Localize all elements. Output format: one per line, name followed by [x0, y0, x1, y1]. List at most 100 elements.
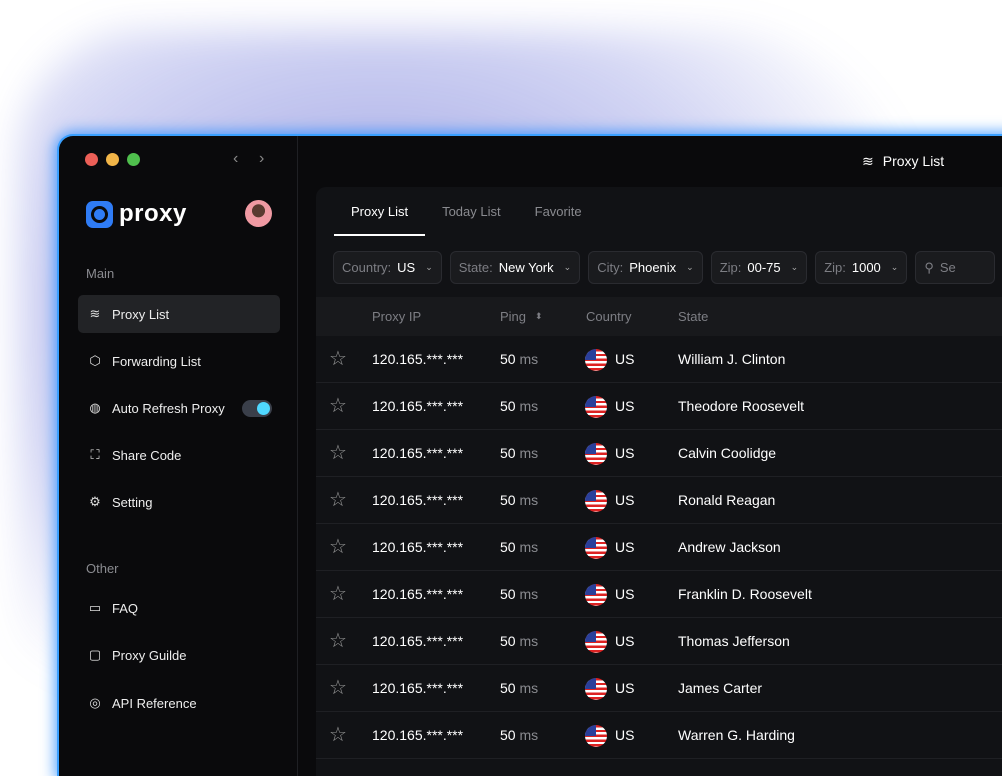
- country: US: [615, 492, 635, 508]
- ping: 50 ms: [500, 618, 538, 665]
- header-country: Country: [586, 309, 632, 324]
- ping-unit: ms: [519, 492, 539, 508]
- label: Share Code: [112, 447, 182, 463]
- star-icon[interactable]: ☆: [329, 712, 347, 759]
- proxy-ip: 120.165.***.***: [372, 727, 464, 743]
- table-row[interactable]: ☆ 120.165.***.*** 50 ms US Franklin D. R…: [316, 571, 1002, 618]
- ping: 50 ms: [500, 336, 538, 383]
- ping-value: 50: [500, 445, 516, 461]
- proxy-ip: 120.165.***.***: [372, 633, 464, 649]
- tab-proxy-list[interactable]: Proxy List: [334, 187, 426, 236]
- sidebar-item-faq[interactable]: ▭ FAQ: [78, 589, 280, 627]
- header-ping[interactable]: Ping: [500, 297, 526, 336]
- ping-unit: ms: [519, 445, 539, 461]
- filter-label: City:: [597, 260, 624, 275]
- scan-icon: ⛶: [90, 447, 100, 462]
- minimize-button[interactable]: [106, 153, 119, 166]
- ping-unit: ms: [519, 351, 539, 367]
- maximize-button[interactable]: [127, 153, 140, 166]
- filter-label: Zip:: [824, 260, 846, 275]
- sidebar-item-share-code[interactable]: ⛶ Share Code: [78, 436, 280, 474]
- star-icon[interactable]: ☆: [329, 618, 347, 665]
- sidebar-item-api-reference[interactable]: ◎ API Reference: [78, 684, 280, 722]
- sidebar-item-auto-refresh[interactable]: ◍ Auto Refresh Proxy: [78, 389, 280, 427]
- zip-range-filter[interactable]: Zip: 00-75 ⌄: [710, 251, 808, 284]
- chevron-down-icon: ⌄: [425, 262, 433, 272]
- sidebar-item-forwarding-list[interactable]: ⬡ Forwarding List: [78, 342, 280, 380]
- table-row[interactable]: ☆ 120.165.***.*** 50 ms US William J. Cl…: [316, 336, 1002, 383]
- ping-value: 50: [500, 351, 516, 367]
- table-row[interactable]: ☆ 120.165.***.*** 50 ms US Warren G. Har…: [316, 712, 1002, 759]
- table-row[interactable]: ☆ 120.165.***.*** 50 ms US Theodore Roos…: [316, 383, 1002, 430]
- us-flag-icon: [585, 537, 607, 559]
- filter-value: US: [397, 260, 416, 275]
- chat-icon: ▭: [88, 600, 102, 615]
- star-icon[interactable]: ☆: [329, 665, 347, 712]
- ping-unit: ms: [519, 586, 539, 602]
- label: Setting: [112, 494, 153, 510]
- star-icon[interactable]: ☆: [329, 383, 347, 430]
- sidebar-item-setting[interactable]: ⚙ Setting: [78, 483, 280, 521]
- table-row[interactable]: ☆ 120.165.***.*** 50 ms US Thomas Jeffer…: [316, 618, 1002, 665]
- star-icon[interactable]: ☆: [329, 477, 347, 524]
- sort-icon[interactable]: ⬍: [535, 297, 543, 336]
- ping-unit: ms: [519, 539, 539, 555]
- forward-icon[interactable]: ›: [259, 150, 264, 168]
- globe-icon: ◍: [89, 400, 101, 415]
- proxy-ip: 120.165.***.***: [372, 539, 464, 555]
- ping-value: 50: [500, 727, 516, 743]
- table-row[interactable]: ☆ 120.165.***.*** 50 ms US Calvin Coolid…: [316, 430, 1002, 477]
- state: Andrew Jackson: [678, 539, 781, 555]
- tab-favorite[interactable]: Favorite: [518, 187, 599, 236]
- back-icon[interactable]: ‹: [233, 150, 238, 168]
- app-window: ‹ › proxy Main ≋ Proxy List ⬡ Forwarding L…: [59, 136, 1002, 776]
- label: FAQ: [112, 600, 139, 616]
- ping-unit: ms: [519, 727, 539, 743]
- filters: Country: US ⌄ State: New York ⌄ City: Phoenix…: [333, 251, 996, 284]
- logo-text: proxy: [119, 200, 187, 227]
- top-bar: ≋ Proxy List: [299, 136, 1002, 186]
- avatar[interactable]: [245, 200, 272, 227]
- page-title-text: Proxy List: [882, 153, 945, 169]
- star-icon[interactable]: ☆: [329, 571, 347, 618]
- us-flag-icon: [585, 396, 607, 418]
- ping: 50 ms: [500, 524, 538, 571]
- ping-value: 50: [500, 586, 516, 602]
- header-proxy-ip: Proxy IP: [372, 309, 422, 324]
- layers-icon: ≋: [89, 306, 101, 321]
- table-row[interactable]: ☆ 120.165.***.*** 50 ms US Ronald Reagan: [316, 477, 1002, 524]
- ping-unit: ms: [519, 680, 539, 696]
- country: US: [615, 539, 635, 555]
- us-flag-icon: [585, 490, 607, 512]
- star-icon[interactable]: ☆: [329, 524, 347, 571]
- star-icon[interactable]: ☆: [329, 336, 347, 383]
- label: Proxy Guilde: [112, 647, 187, 663]
- country: US: [615, 586, 635, 602]
- city-filter[interactable]: City: Phoenix ⌄: [588, 251, 703, 284]
- search-input[interactable]: ⚲ Se: [915, 251, 996, 284]
- label: Forwarding List: [112, 353, 201, 369]
- auto-refresh-toggle[interactable]: [242, 399, 272, 417]
- proxy-ip: 120.165.***.***: [372, 680, 464, 696]
- zip-filter[interactable]: Zip: 1000 ⌄: [815, 251, 908, 284]
- state-filter[interactable]: State: New York ⌄: [449, 251, 581, 284]
- ping: 50 ms: [500, 477, 538, 524]
- proxy-ip: 120.165.***.***: [372, 351, 464, 367]
- star-icon[interactable]: ☆: [329, 430, 347, 477]
- table-row[interactable]: ☆ 120.165.***.*** 50 ms US James Carter: [316, 665, 1002, 712]
- country: US: [615, 680, 635, 696]
- cube-icon: ⬡: [89, 353, 101, 368]
- close-button[interactable]: [85, 153, 98, 166]
- sidebar-item-proxy-list[interactable]: ≋ Proxy List: [78, 295, 280, 333]
- section-main: Main: [86, 266, 115, 281]
- country: US: [615, 633, 635, 649]
- sidebar-item-proxy-guide[interactable]: ▢ Proxy Guilde: [78, 636, 280, 674]
- ping-value: 50: [500, 680, 516, 696]
- proxy-ip: 120.165.***.***: [372, 586, 464, 602]
- tab-today-list[interactable]: Today List: [425, 187, 518, 236]
- country-filter[interactable]: Country: US ⌄: [333, 251, 442, 284]
- filter-label: Country:: [342, 260, 392, 275]
- table-row[interactable]: ☆ 120.165.***.*** 50 ms US Andrew Jackso…: [316, 524, 1002, 571]
- ping-unit: ms: [519, 398, 539, 414]
- filter-label: Zip:: [719, 260, 742, 275]
